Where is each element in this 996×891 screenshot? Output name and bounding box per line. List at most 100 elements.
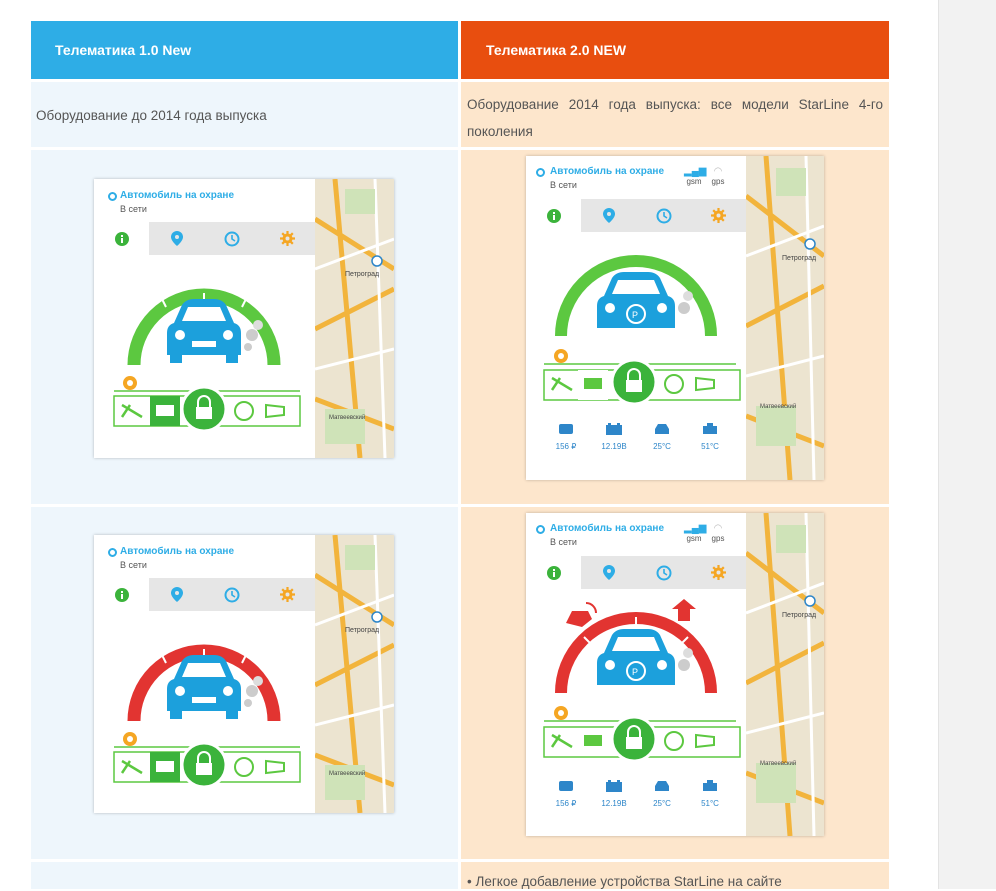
row4-col2-text: • Легкое добавление устройства StarLine …	[467, 874, 782, 889]
gps-indicator: ◠ gps	[711, 166, 725, 186]
location-pin-icon	[170, 587, 183, 602]
tab-info[interactable]	[94, 222, 150, 255]
app-tabs	[94, 222, 315, 255]
exhaust-smoke-icon	[244, 320, 263, 351]
row3-col2-cell: Автомобиль на охране В сети ▂▄▆ gsm ◠ gps	[461, 507, 889, 859]
tab-settings[interactable]	[691, 199, 746, 232]
gauge-and-controls: P	[543, 599, 741, 763]
tab-history[interactable]	[636, 556, 691, 589]
gauge-and-controls	[113, 288, 301, 433]
battery-readout: 12.19В	[590, 422, 638, 451]
clock-icon	[224, 231, 240, 246]
status-ring-icon	[108, 192, 117, 201]
tab-info[interactable]	[526, 556, 581, 589]
balance-readout: 156 ₽	[542, 422, 590, 451]
exhaust-smoke-icon	[244, 676, 263, 707]
map-graphics: Петроград Матвеевский	[313, 535, 394, 813]
map-label: Петроград	[782, 255, 816, 262]
car-temp-icon	[655, 424, 669, 434]
row1-col2-text: Оборудование 2014 года выпуска: все моде…	[467, 97, 883, 139]
map-view[interactable]: Петроград Матвеевский	[313, 535, 394, 813]
control-strip	[543, 715, 741, 763]
row1-col1-cell: Оборудование до 2014 года выпуска	[31, 82, 458, 147]
tab-map[interactable]	[581, 199, 636, 232]
app-panel: Автомобиль на охране В сети ▂▄▆ gsm ◠ gps	[526, 156, 747, 480]
tab-map[interactable]	[149, 578, 204, 611]
gps-label: gps	[711, 177, 725, 186]
tab-map[interactable]	[581, 556, 636, 589]
row2-col2-cell: Автомобиль на охране В сети ▂▄▆ gsm ◠ gps	[461, 150, 889, 504]
gear-icon	[279, 231, 295, 246]
tab-info[interactable]	[526, 199, 581, 232]
status-ring-icon	[108, 548, 117, 557]
map-view[interactable]: Петроград Матвеевский	[744, 513, 824, 836]
battery-icon	[606, 780, 622, 792]
balance-value: 156 ₽	[555, 442, 577, 451]
app-screenshot-v1-red: Автомобиль на охране В сети Петроград Ма…	[94, 535, 394, 813]
gsm-label: gsm	[686, 177, 702, 186]
gsm-label: gsm	[686, 534, 702, 543]
control-strip	[113, 741, 301, 789]
tab-history[interactable]	[636, 199, 691, 232]
map-label: Петроград	[345, 271, 379, 278]
gsm-indicator: ▂▄▆ gsm	[684, 166, 707, 186]
car-icon: P	[597, 629, 675, 685]
engine-temp-readout: 51°С	[686, 422, 734, 451]
gsm-indicator: ▂▄▆ gsm	[684, 523, 707, 543]
status-subtitle: В сети	[120, 204, 147, 214]
tab-settings[interactable]	[260, 578, 315, 611]
location-pin-icon	[602, 565, 615, 580]
settings-gear-small-icon	[123, 376, 137, 390]
row1-col1-text: Оборудование до 2014 года выпуска	[36, 108, 267, 123]
sensor-readouts: 156 ₽ 12.19В 25°С 51°С	[542, 422, 734, 451]
map-view[interactable]: Петроград Матвеевский	[313, 179, 394, 458]
map-label: Петроград	[782, 612, 816, 619]
control-strip	[543, 358, 741, 406]
gauge-and-controls	[113, 644, 301, 789]
svg-text:P: P	[632, 310, 638, 320]
map-label: Петроград	[345, 627, 379, 634]
engine-temp-value: 51°С	[701, 799, 719, 808]
alarm-sensor-icon	[672, 599, 696, 621]
status-subtitle: В сети	[550, 537, 577, 547]
row2-col1-cell: Автомобиль на охране В сети Петроград Ма…	[31, 150, 458, 504]
cabin-temp-readout: 25°С	[638, 422, 686, 451]
map-label: Матвеевский	[760, 403, 796, 410]
tab-history[interactable]	[205, 578, 260, 611]
map-label: Матвеевский	[760, 760, 796, 767]
status-title: Автомобиль на охране	[550, 166, 665, 177]
tab-history[interactable]	[205, 222, 260, 255]
battery-icon	[606, 423, 622, 435]
app-screenshot-v2-green: Автомобиль на охране В сети ▂▄▆ gsm ◠ gps	[526, 156, 824, 480]
row4-col2-cell: • Легкое добавление устройства StarLine …	[461, 862, 889, 889]
tab-info[interactable]	[94, 578, 150, 611]
app-tabs	[526, 556, 746, 589]
status-ring-icon	[536, 168, 545, 177]
settings-gear-small-icon	[554, 706, 568, 720]
row4-col1-cell	[31, 862, 458, 889]
status-subtitle: В сети	[120, 560, 147, 570]
map-graphics: Петроград Матвеевский	[744, 513, 824, 836]
location-pin-icon	[170, 231, 183, 246]
tab-settings[interactable]	[260, 222, 315, 255]
scrollbar-rail[interactable]	[938, 0, 996, 889]
map-label: Матвеевский	[329, 414, 365, 421]
header-telematics-2: Телематика 2.0 NEW	[461, 21, 889, 79]
gauge-and-controls: P	[543, 255, 741, 406]
sim-card-icon	[559, 781, 573, 791]
tab-map[interactable]	[149, 222, 204, 255]
gear-icon	[279, 587, 295, 602]
control-strip	[113, 385, 301, 433]
gear-icon	[711, 565, 726, 580]
exhaust-smoke-icon	[678, 291, 693, 314]
info-icon	[114, 231, 129, 246]
tab-settings[interactable]	[691, 556, 746, 589]
engine-icon	[703, 780, 717, 791]
cabin-temp-value: 25°С	[653, 442, 671, 451]
app-panel: Автомобиль на охране В сети	[94, 535, 316, 813]
map-view[interactable]: Петроград Матвеевский	[744, 156, 824, 480]
info-icon	[546, 565, 561, 580]
location-pin-icon	[602, 208, 615, 223]
car-icon: P	[597, 272, 675, 328]
status-subtitle: В сети	[550, 180, 577, 190]
